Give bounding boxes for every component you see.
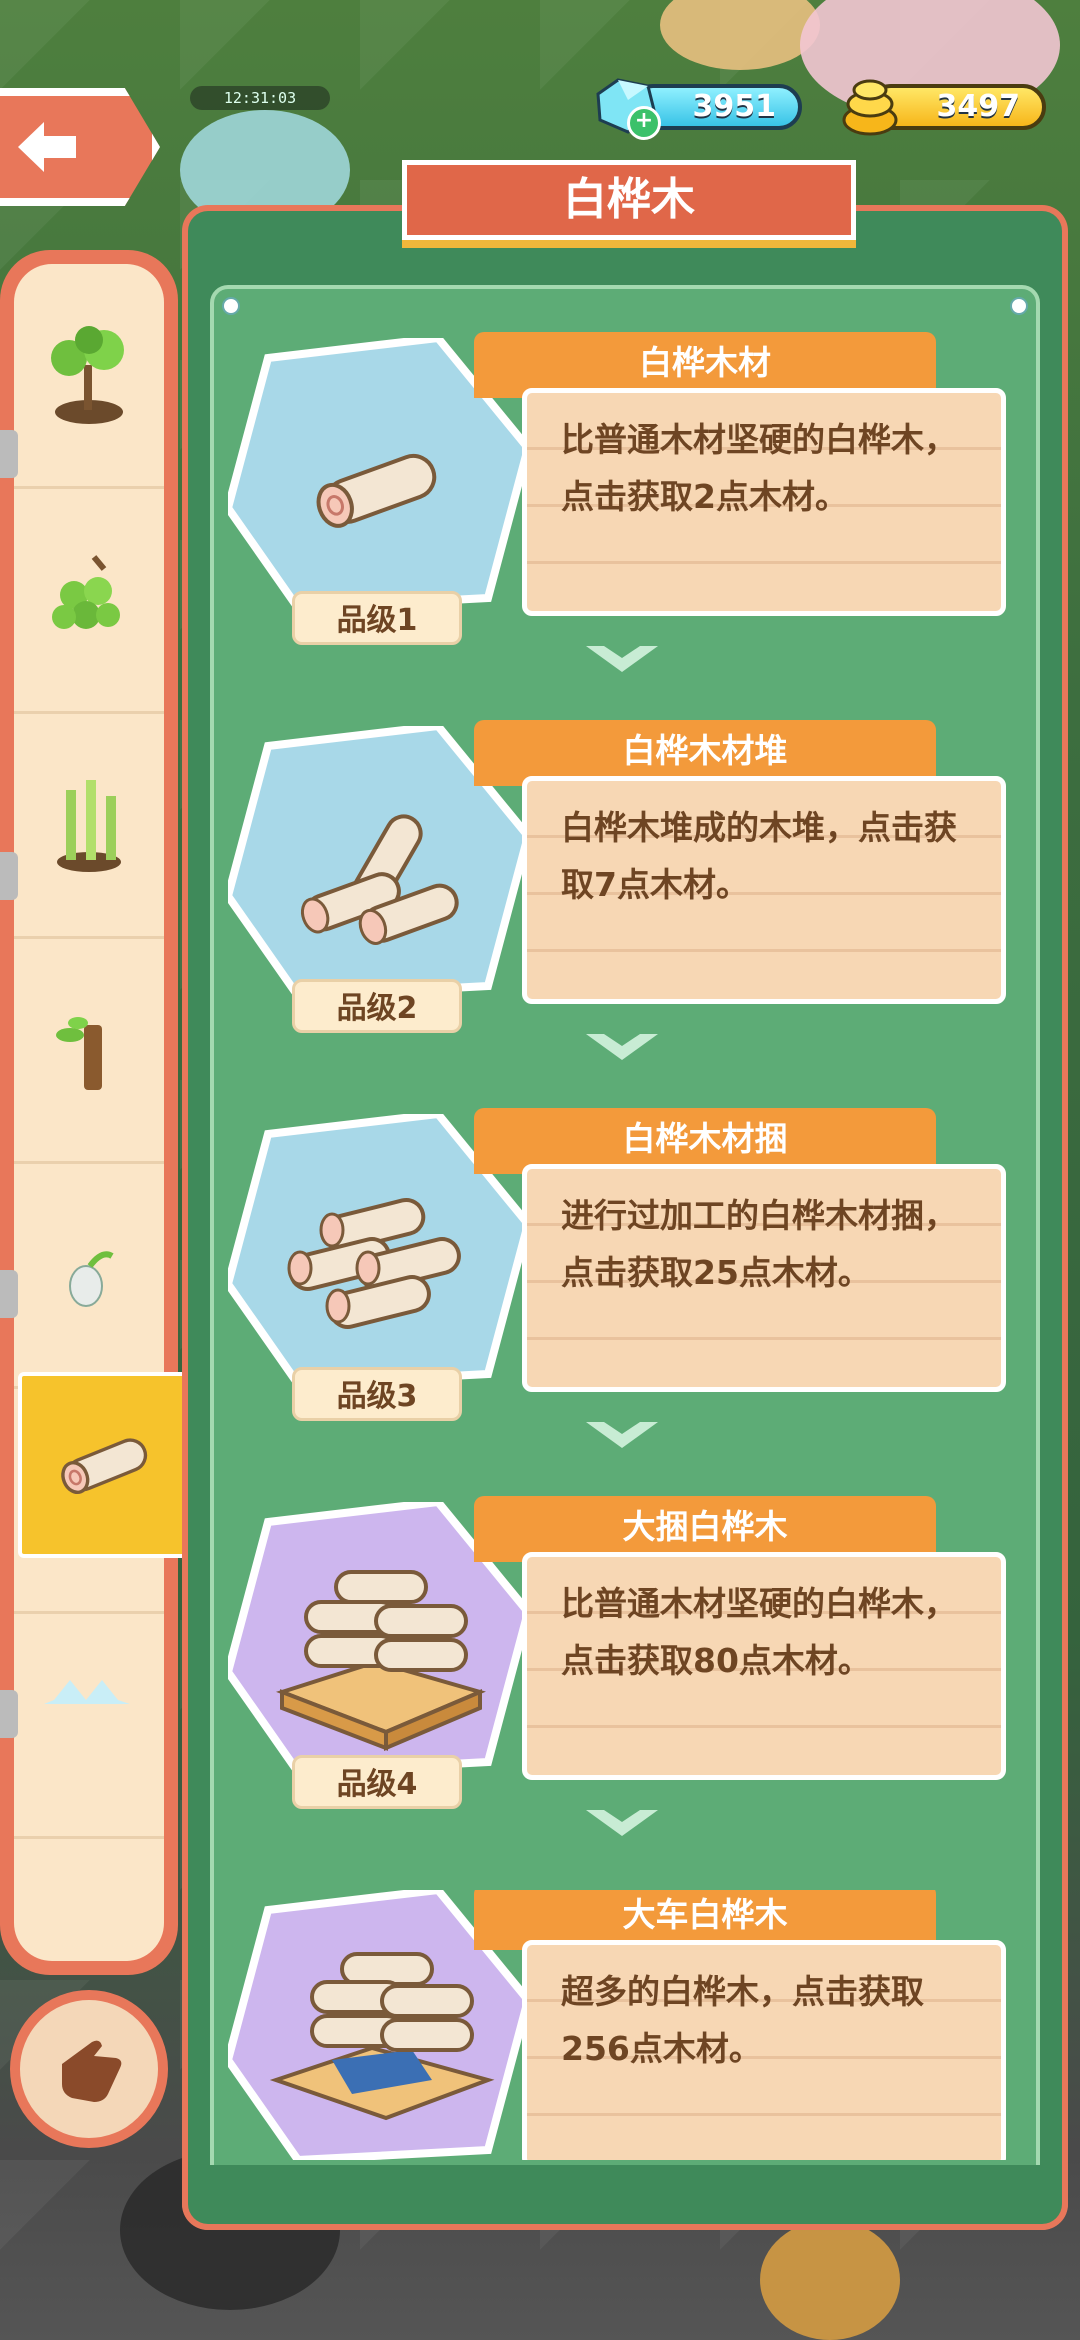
item-grade: 品级4 (292, 1755, 462, 1809)
gold-count: 3497 (936, 89, 1021, 124)
item-description: 超多的白桦木，点击获取256点木材。 (522, 1940, 1006, 2160)
log-pile-icon (300, 814, 459, 945)
item-grade: 品级1 (292, 591, 462, 645)
chevron-down-icon (586, 646, 658, 672)
single-log-icon (316, 453, 437, 528)
item-grade: 品级3 (292, 1367, 462, 1421)
rivet (222, 297, 240, 315)
log-bundle-icon (287, 1197, 461, 1329)
gold-coin-icon (842, 79, 898, 136)
rivet (1010, 297, 1028, 315)
item-entry[interactable]: 白桦木材堆 白桦木堆成的木堆，点击获取7点木材。 品级2 (0, 720, 1080, 1106)
item-entry[interactable]: 大车白桦木 超多的白桦木，点击获取256点木材。 (0, 1890, 1080, 2160)
item-description: 进行过加工的白桦木材捆，点击获取25点木材。 (522, 1164, 1006, 1392)
item-entry[interactable]: 大捆白桦木 比普通木材坚硬的白桦木，点击获取80点木材。 品级4 (0, 1496, 1080, 1882)
page-title: 白桦木 (402, 160, 856, 240)
add-gems-button[interactable]: + (627, 106, 661, 140)
panel-bottom-edge (182, 2165, 1068, 2230)
item-description: 白桦木堆成的木堆，点击获取7点木材。 (522, 776, 1006, 1004)
log-pallet-icon (275, 1570, 486, 1752)
log-cart-icon (269, 1952, 495, 2121)
item-entry[interactable]: 白桦木材 比普通木材坚硬的白桦木，点击获取2点木材。 品级1 (0, 332, 1080, 718)
chevron-down-icon (586, 1034, 658, 1060)
chevron-down-icon (586, 1422, 658, 1448)
item-grade: 品级2 (292, 979, 462, 1033)
gem-count: 3951 (692, 89, 777, 124)
back-arrow-icon (18, 122, 76, 172)
item-description: 比普通木材坚硬的白桦木，点击获取2点木材。 (522, 388, 1006, 616)
chevron-down-icon (586, 1810, 658, 1836)
item-entry[interactable]: 白桦木材捆 进行过加工的白桦木材捆，点击获取25点木材。 品级3 (0, 1108, 1080, 1494)
clock-display: 12:31:03 (190, 86, 330, 110)
item-description: 比普通木材坚硬的白桦木，点击获取80点木材。 (522, 1552, 1006, 1780)
